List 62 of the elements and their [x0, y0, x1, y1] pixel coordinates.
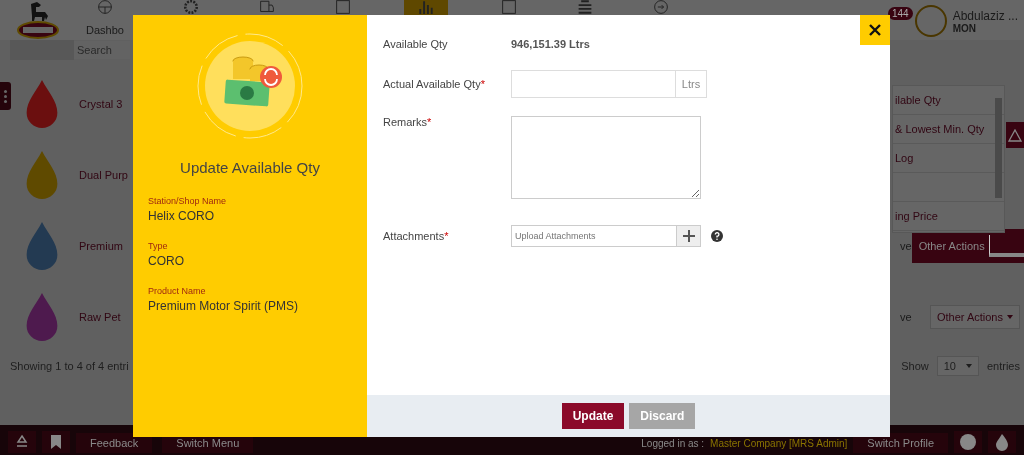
close-button[interactable]: [860, 15, 890, 45]
nav-icon: [97, 0, 112, 14]
plus-icon: [682, 230, 695, 242]
user-role: MON: [952, 22, 977, 34]
upload-field[interactable]: Upload Attachments: [511, 225, 677, 247]
action-text[interactable]: ve: [900, 310, 912, 323]
action-text[interactable]: ve: [900, 239, 912, 252]
update-button[interactable]: Update: [561, 403, 625, 429]
warning-tab[interactable]: [1006, 122, 1024, 148]
nav-icon: [577, 0, 592, 14]
modal-title: Update Available Qty: [179, 159, 321, 176]
menu-item[interactable]: ilable Qty: [895, 94, 941, 106]
switch-profile-button[interactable]: Switch Profile: [853, 433, 948, 453]
discard-button[interactable]: Discard: [629, 403, 696, 429]
field-value: 946,151.39 Ltrs: [511, 38, 590, 50]
nav-item[interactable]: [403, 0, 448, 15]
product-name[interactable]: Raw Pet: [79, 310, 121, 323]
logged-in-label: Logged in as :: [641, 438, 705, 451]
avatar-icon[interactable]: [914, 5, 947, 37]
field-label: Actual Available Qty*: [383, 77, 486, 90]
detail-value: Premium Motor Spirit (PMS): [148, 299, 300, 313]
product-name[interactable]: Dual Purp: [79, 168, 128, 181]
filter-block: [10, 40, 74, 60]
field-label: Available Qty: [383, 38, 449, 50]
nav-icon: [501, 0, 516, 14]
user-name: Abdulaziz ...: [952, 8, 1018, 23]
bookmark-icon[interactable]: [42, 431, 70, 453]
scrollbar[interactable]: [995, 98, 1002, 198]
unit-label: Ltrs: [675, 71, 706, 97]
nav-icon: [418, 0, 433, 14]
nav-label: Dashbo: [86, 24, 124, 36]
menu-item[interactable]: ing Price: [895, 210, 938, 222]
entries-info: Showing 1 to 4 of 4 entri: [10, 360, 129, 372]
add-button[interactable]: [677, 225, 701, 247]
close-icon: [869, 24, 881, 36]
remarks-field[interactable]: [511, 116, 701, 199]
nav-icon: [653, 0, 668, 14]
field-label: Remarks*: [383, 116, 433, 128]
quantity-input[interactable]: Ltrs: [511, 70, 707, 98]
nav-icon: [183, 0, 198, 14]
warning-icon: [1008, 128, 1022, 142]
show-label: Show: [901, 360, 929, 372]
nav-icon: [259, 0, 274, 14]
detail-value: CORO: [148, 254, 185, 268]
detail-label: Type: [148, 241, 169, 251]
notification-count: 144: [887, 7, 913, 20]
product-name[interactable]: Crystal 3: [79, 97, 123, 110]
page-size-select[interactable]: 10: [936, 356, 979, 376]
other-actions-button[interactable]: Other Actions: [929, 304, 1020, 329]
nav-icon: [335, 0, 350, 14]
detail-label: Product Name: [148, 286, 207, 296]
company-name: Master Company [MRS Admin]: [710, 438, 848, 451]
feedback-button[interactable]: Feedback: [76, 433, 153, 453]
menu-item[interactable]: Log: [895, 152, 914, 164]
field-label: Attachments*: [383, 230, 450, 242]
entries-label: entries: [986, 360, 1020, 372]
product-name[interactable]: Premium: [79, 239, 123, 252]
nav-item[interactable]: Dashbo: [80, 0, 130, 40]
detail-value: Helix CORO: [148, 209, 215, 223]
detail-label: Station/Shop Name: [148, 196, 228, 206]
menu-item[interactable]: & Lowest Min. Qty: [895, 123, 985, 135]
side-menu-tab[interactable]: [0, 82, 11, 110]
